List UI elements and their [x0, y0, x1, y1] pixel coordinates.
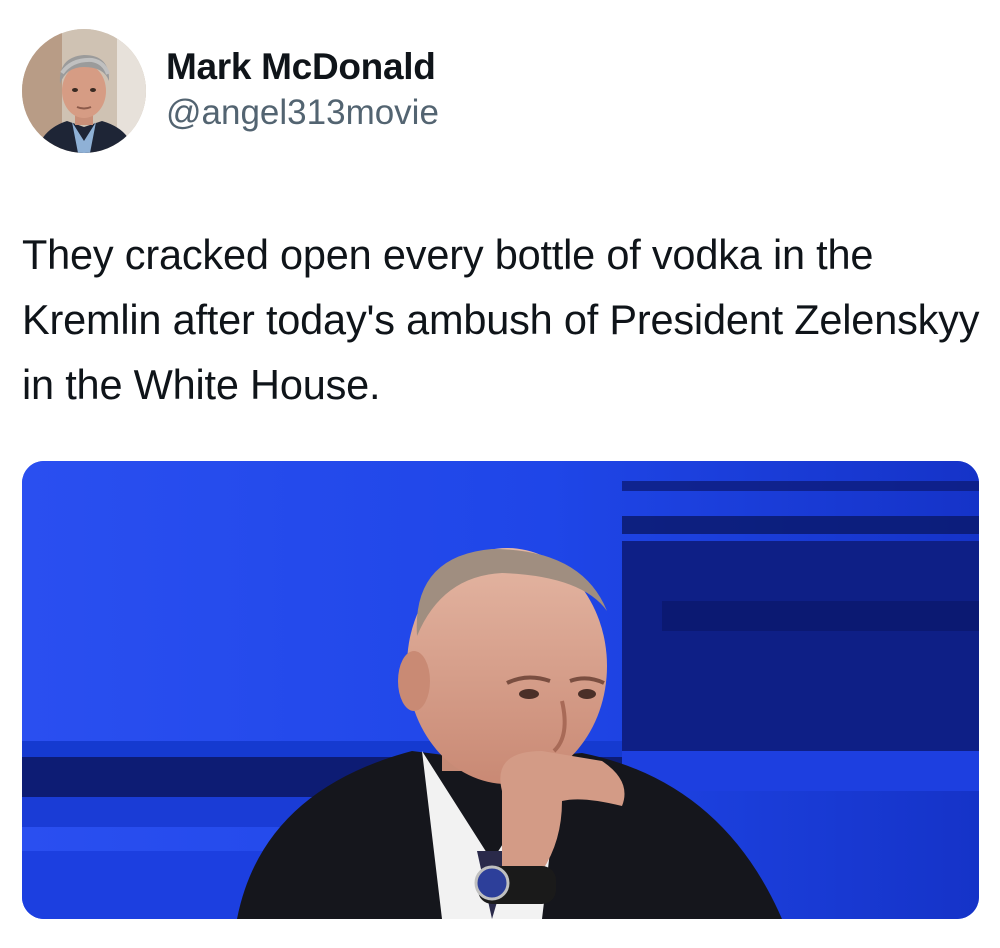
tweet-card: Mark McDonald @angel313movie They cracke…	[0, 0, 1000, 948]
author-names: Mark McDonald @angel313movie	[166, 45, 439, 135]
tweet-header: Mark McDonald @angel313movie	[22, 29, 439, 153]
avatar-photo-icon	[22, 29, 146, 153]
tweet-text: They cracked open every bottle of vodka …	[22, 231, 991, 408]
photo-of-man-icon	[22, 461, 979, 919]
author-avatar[interactable]	[22, 29, 146, 153]
author-handle[interactable]: @angel313movie	[166, 91, 439, 135]
tweet-media-photo[interactable]	[22, 461, 979, 919]
author-display-name[interactable]: Mark McDonald	[166, 45, 439, 89]
